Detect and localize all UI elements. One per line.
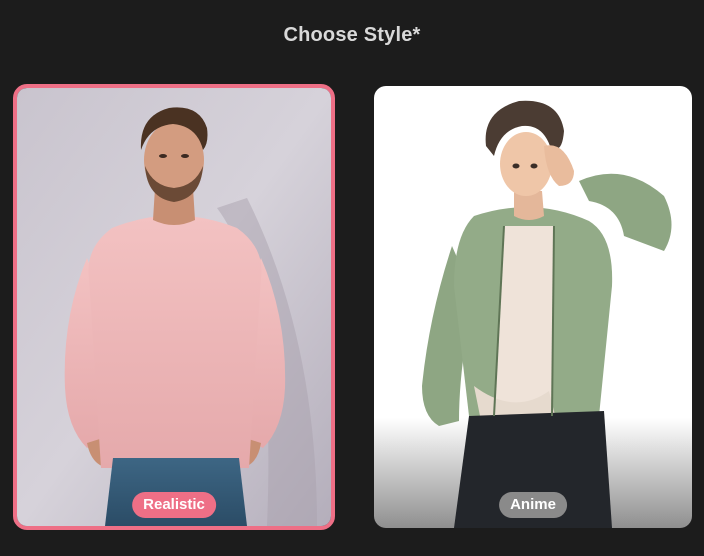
style-selector: Choose Style* Realistic Anime	[0, 0, 704, 556]
style-card-anime[interactable]: Anime	[374, 86, 692, 528]
realistic-label: Realistic	[132, 492, 216, 518]
anime-style-image	[374, 86, 692, 528]
style-card-realistic[interactable]: Realistic	[13, 84, 335, 530]
anime-label: Anime	[499, 492, 567, 518]
realistic-style-image	[17, 88, 331, 526]
section-title: Choose Style*	[283, 24, 421, 46]
